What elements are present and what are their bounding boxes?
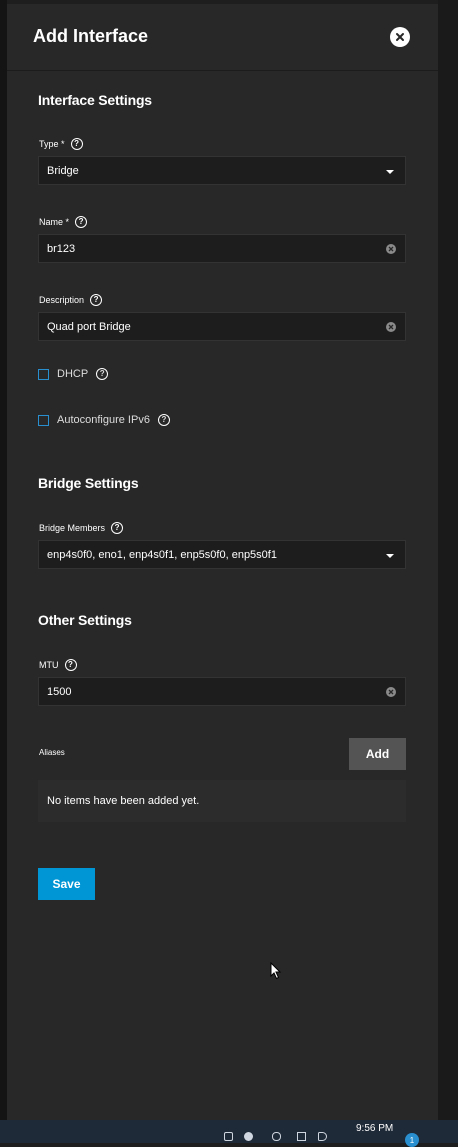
description-label: Description ? xyxy=(39,294,103,306)
bridge-members-value: enp4s0f0, eno1, enp4s0f1, enp5s0f0, enp5… xyxy=(47,549,277,561)
cloud-icon[interactable] xyxy=(244,1132,253,1141)
aliases-empty-state: No items have been added yet. xyxy=(38,780,406,822)
taskbar: 9:56 PM 1 xyxy=(0,1120,458,1147)
mouse-cursor-icon xyxy=(270,962,282,980)
description-value: Quad port Bridge xyxy=(47,321,131,333)
page-title: Add Interface xyxy=(33,26,149,46)
close-icon xyxy=(396,33,404,41)
clear-icon[interactable] xyxy=(386,687,396,697)
bridge-settings-heading: Bridge Settings xyxy=(38,475,139,491)
bridge-members-select[interactable]: enp4s0f0, eno1, enp4s0f1, enp5s0f0, enp5… xyxy=(38,540,406,569)
name-label: Name * ? xyxy=(39,216,88,228)
ipv6-checkbox[interactable] xyxy=(38,414,49,426)
type-value: Bridge xyxy=(47,165,79,177)
ipv6-label: Autoconfigure IPv6 xyxy=(57,414,150,426)
name-value: br123 xyxy=(47,243,76,255)
close-button[interactable] xyxy=(390,27,410,47)
help-icon[interactable]: ? xyxy=(70,138,83,150)
aliases-label: Aliases xyxy=(39,748,65,757)
name-input[interactable]: br123 xyxy=(38,234,406,263)
display-icon[interactable] xyxy=(297,1132,306,1141)
mtu-label-text: MTU xyxy=(39,660,59,670)
add-alias-button[interactable]: Add xyxy=(349,738,406,770)
empty-message: No items have been added yet. xyxy=(47,795,200,807)
volume-icon[interactable] xyxy=(318,1132,327,1141)
add-interface-panel: Add Interface Interface Settings Type * … xyxy=(7,4,438,1120)
microphone-icon[interactable] xyxy=(272,1132,281,1141)
type-label-text: Type * xyxy=(39,139,65,149)
background-right xyxy=(438,0,458,1120)
type-label: Type * ? xyxy=(39,138,83,150)
ipv6-checkbox-row[interactable]: Autoconfigure IPv6 ? xyxy=(38,414,170,426)
bridge-members-label-text: Bridge Members xyxy=(39,523,106,533)
description-input[interactable]: Quad port Bridge xyxy=(38,312,406,341)
notification-badge[interactable]: 1 xyxy=(405,1133,419,1147)
dhcp-checkbox[interactable] xyxy=(38,368,49,380)
mtu-label: MTU ? xyxy=(39,659,77,671)
dhcp-label: DHCP xyxy=(57,368,89,380)
help-icon[interactable]: ? xyxy=(96,368,109,380)
help-icon[interactable]: ? xyxy=(90,294,103,306)
mtu-input[interactable]: 1500 xyxy=(38,677,406,706)
other-settings-heading: Other Settings xyxy=(38,612,132,628)
save-button[interactable]: Save xyxy=(38,868,95,900)
clear-icon[interactable] xyxy=(386,244,396,254)
mtu-value: 1500 xyxy=(47,686,72,698)
chevron-up-icon[interactable] xyxy=(224,1132,233,1141)
help-icon[interactable]: ? xyxy=(111,522,124,534)
type-select[interactable]: Bridge xyxy=(38,156,406,185)
taskbar-clock[interactable]: 9:56 PM xyxy=(356,1123,393,1134)
chevron-down-icon xyxy=(386,170,394,174)
help-icon[interactable]: ? xyxy=(64,659,77,671)
bridge-members-label: Bridge Members ? xyxy=(39,522,124,534)
clear-icon[interactable] xyxy=(386,322,396,332)
help-icon[interactable]: ? xyxy=(75,216,88,228)
name-label-text: Name * xyxy=(39,217,70,227)
panel-header: Add Interface xyxy=(7,4,438,71)
interface-settings-heading: Interface Settings xyxy=(38,92,152,108)
chevron-down-icon xyxy=(386,554,394,558)
dhcp-checkbox-row[interactable]: DHCP ? xyxy=(38,368,109,380)
background-left xyxy=(0,0,7,1120)
description-label-text: Description xyxy=(39,295,85,305)
help-icon[interactable]: ? xyxy=(157,414,170,426)
